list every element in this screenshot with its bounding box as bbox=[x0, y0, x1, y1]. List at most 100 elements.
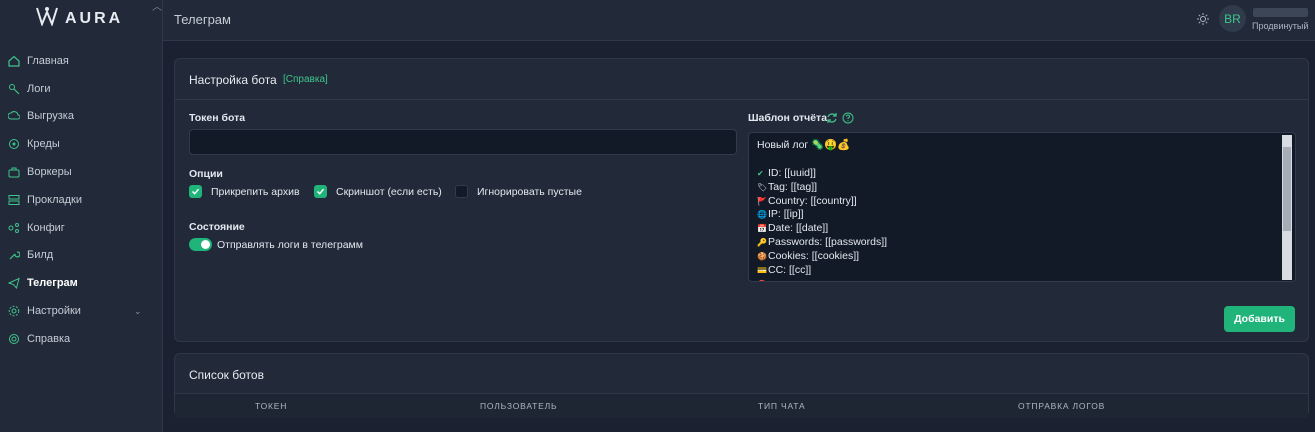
avatar[interactable]: BR bbox=[1219, 5, 1246, 32]
build-icon bbox=[7, 249, 20, 262]
user-role: Продвинутый bbox=[1252, 21, 1309, 31]
checkbox-label: Скриншот (если есть) bbox=[336, 185, 442, 198]
screenshot-checkbox[interactable]: Скриншот (если есть) bbox=[314, 185, 442, 198]
logo-icon bbox=[35, 6, 59, 31]
template-line: Новый лог 🦠🤑💰 bbox=[757, 139, 851, 151]
bot-token-input[interactable] bbox=[189, 129, 737, 155]
scrollbar-thumb[interactable] bbox=[1283, 147, 1291, 231]
logs-icon bbox=[7, 82, 20, 95]
top-header: Телеграм BR Продвинутый bbox=[163, 0, 1315, 41]
sidebar-item-workers[interactable]: Воркеры bbox=[0, 158, 162, 186]
sidebar-item-label: Настройки bbox=[27, 305, 81, 318]
token-label: Токен бота bbox=[189, 112, 246, 124]
sidebar-item-home[interactable]: Главная bbox=[0, 47, 162, 75]
bot-settings-card: Настройка бота [Справка] Токен бота Опци… bbox=[174, 58, 1309, 342]
proxy-icon bbox=[7, 193, 20, 206]
sun-icon[interactable] bbox=[1196, 12, 1210, 26]
template-line: 🔑Passwords: [[passwords]] bbox=[757, 236, 888, 249]
checkbox-unchecked-icon bbox=[455, 185, 468, 198]
sidebar-item-label: Конфиг bbox=[27, 221, 65, 234]
template-line: 🏷Tag: [[tag]] bbox=[757, 180, 818, 193]
workers-icon bbox=[7, 166, 20, 179]
sidebar-item-proxy[interactable]: Прокладки bbox=[0, 186, 162, 214]
send-logs-label: Отправлять логи в телеграмм bbox=[217, 239, 363, 251]
sidebar-item-help[interactable]: Справка bbox=[0, 325, 162, 353]
cookie-emoji-icon: 🍪 bbox=[757, 252, 767, 262]
card-title: Список ботов bbox=[189, 368, 264, 382]
tag-emoji-icon: 🏷 bbox=[757, 182, 768, 192]
template-line: 🔴 bbox=[757, 278, 1287, 281]
checkbox-label: Игнорировать пустые bbox=[477, 185, 582, 198]
template-line: 🌐IP: [[ip]] bbox=[757, 208, 804, 221]
textarea-scrollbar[interactable] bbox=[1282, 135, 1292, 280]
card-header: Настройка бота [Справка] bbox=[175, 59, 1308, 100]
chevron-down-icon: ⌄ bbox=[134, 305, 142, 316]
page-title: Телеграм bbox=[174, 12, 231, 27]
sidebar: AURA ︿ Главная Логи Выгрузка Креды Ворке… bbox=[0, 0, 163, 432]
sidebar-item-telegram[interactable]: Телеграм bbox=[0, 269, 162, 297]
column-header-chat-type[interactable]: ТИП ЧАТА bbox=[758, 401, 805, 411]
sidebar-item-settings[interactable]: Настройки ⌄ bbox=[0, 297, 162, 325]
table-header bbox=[175, 393, 1308, 418]
globe-emoji-icon: 🌐 bbox=[757, 210, 767, 220]
settings-icon bbox=[7, 305, 20, 318]
credentials-icon bbox=[7, 138, 20, 151]
sidebar-item-credentials[interactable]: Креды bbox=[0, 130, 162, 158]
sidebar-item-label: Главная bbox=[27, 54, 69, 67]
attach-archive-checkbox[interactable]: Прикрепить архив bbox=[189, 185, 300, 198]
help-circle-icon[interactable] bbox=[842, 111, 854, 129]
ignore-empty-checkbox[interactable]: Игнорировать пустые bbox=[455, 185, 582, 198]
card-title: Настройка бота bbox=[189, 73, 277, 87]
logo[interactable]: AURA bbox=[35, 6, 123, 31]
sidebar-item-label: Логи bbox=[27, 82, 51, 95]
sidebar-item-label: Прокладки bbox=[27, 193, 82, 206]
logo-text: AURA bbox=[65, 9, 124, 27]
sidebar-item-label: Справка bbox=[27, 332, 71, 345]
sidebar-item-config[interactable]: Конфиг bbox=[0, 214, 162, 242]
calendar-emoji-icon: 📅 bbox=[757, 224, 767, 234]
sidebar-item-logs[interactable]: Логи bbox=[0, 75, 162, 103]
column-header-user[interactable]: ПОЛЬЗОВАТЕЛЬ bbox=[480, 401, 557, 411]
red-circle-emoji-icon: 🔴 bbox=[757, 278, 768, 281]
template-actions bbox=[826, 111, 854, 129]
config-icon bbox=[7, 221, 20, 234]
column-header-log-sending[interactable]: ОТПРАВКА ЛОГОВ bbox=[1018, 401, 1105, 411]
flag-emoji-icon: 🚩 bbox=[757, 196, 767, 206]
sidebar-item-build[interactable]: Билд bbox=[0, 242, 162, 270]
help-icon bbox=[7, 332, 20, 345]
refresh-icon[interactable] bbox=[826, 111, 838, 129]
template-line: ✔ ID: [[uuid]] bbox=[757, 166, 816, 179]
template-line bbox=[757, 153, 1287, 167]
options-label: Опции bbox=[189, 168, 223, 180]
add-button[interactable]: Добавить bbox=[1224, 306, 1295, 332]
column-header-token[interactable]: ТОКЕН bbox=[255, 401, 287, 411]
sidebar-item-label: Билд bbox=[27, 249, 54, 262]
checkbox-label: Прикрепить архив bbox=[211, 185, 300, 198]
checkbox-checked-icon bbox=[189, 185, 202, 198]
check-emoji-icon: ✔ bbox=[757, 168, 764, 178]
sidebar-item-label: Телеграм bbox=[27, 277, 78, 290]
card-emoji-icon: 💳 bbox=[757, 266, 767, 276]
sidebar-item-label: Воркеры bbox=[27, 166, 72, 179]
sidebar-nav: Главная Логи Выгрузка Креды Воркеры Прок… bbox=[0, 47, 162, 353]
template-line: 📅Date: [[date]] bbox=[757, 222, 829, 235]
help-link[interactable]: [Справка] bbox=[283, 74, 328, 85]
home-icon bbox=[7, 54, 20, 67]
template-line: 🚩Country: [[country]] bbox=[757, 194, 857, 207]
key-emoji-icon: 🔑 bbox=[757, 238, 767, 248]
sidebar-item-label: Креды bbox=[27, 138, 60, 151]
checkbox-checked-icon bbox=[314, 185, 327, 198]
state-label: Состояние bbox=[189, 221, 245, 233]
telegram-icon bbox=[7, 277, 20, 290]
template-line: 🍪Cookies: [[cookies]] bbox=[757, 250, 860, 263]
export-icon bbox=[7, 110, 20, 123]
sidebar-item-export[interactable]: Выгрузка bbox=[0, 103, 162, 131]
send-logs-toggle[interactable] bbox=[189, 238, 212, 251]
user-name-redacted bbox=[1253, 8, 1308, 17]
bots-list-card: Список ботов ТОКЕН ПОЛЬЗОВАТЕЛЬ ТИП ЧАТА… bbox=[174, 353, 1309, 418]
template-label: Шаблон отчёта bbox=[748, 112, 828, 124]
sidebar-item-label: Выгрузка bbox=[27, 110, 74, 123]
report-template-textarea[interactable]: Новый лог 🦠🤑💰 ✔ ID: [[uuid]] 🏷Tag: [[tag]… bbox=[748, 132, 1296, 282]
template-line: 💳CC: [[cc]] bbox=[757, 264, 812, 277]
chevron-up-icon[interactable]: ︿ bbox=[152, 0, 162, 13]
